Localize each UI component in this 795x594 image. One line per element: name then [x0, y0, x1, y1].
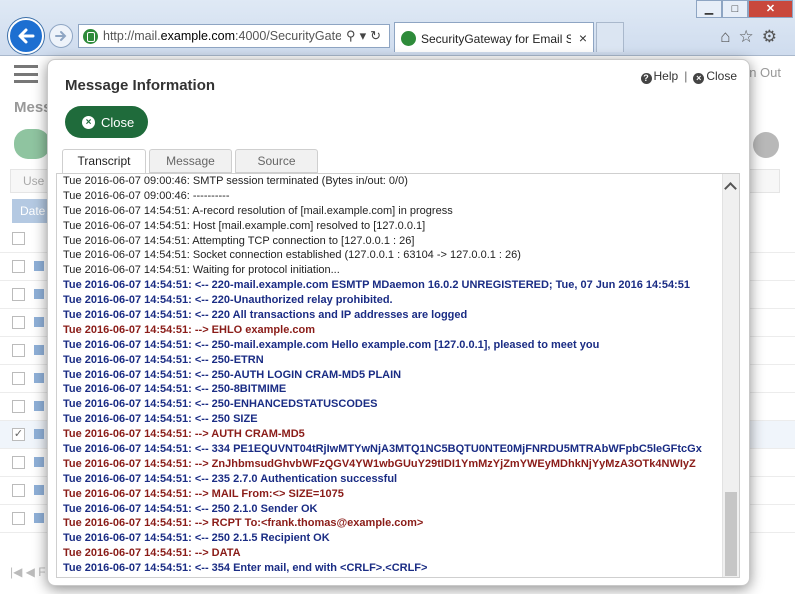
row-checkbox-checked[interactable]: ✓	[12, 428, 25, 441]
direction-icon	[34, 261, 44, 271]
tab-title: SecurityGateway for Email S...	[421, 32, 571, 46]
question-icon: ?	[640, 73, 652, 84]
transcript-line: Tue 2016-06-07 14:54:51: A-record resolu…	[63, 204, 453, 217]
row-checkbox[interactable]	[12, 344, 25, 357]
transcript-line: Tue 2016-06-07 14:54:51: <-- 235 2.7.0 A…	[63, 472, 398, 485]
transcript-line: Tue 2016-06-07 09:00:46: SMTP session te…	[63, 175, 408, 187]
close-button-label: Close	[101, 115, 135, 130]
dialog-title: Message Information	[65, 77, 216, 94]
transcript-line: Tue 2016-06-07 14:54:51: --> MAIL From:<…	[63, 487, 344, 500]
scroll-thumb[interactable]	[725, 492, 737, 576]
transcript-line: Tue 2016-06-07 14:54:51: <-- 250-AUTH LO…	[63, 368, 402, 381]
tab-transcript[interactable]: Transcript	[62, 149, 146, 174]
pager[interactable]: |◀ ◀ F	[10, 565, 46, 579]
browser-tab[interactable]: SecurityGateway for Email S... ×	[394, 22, 594, 52]
window-controls: ▁ □ ✕	[696, 0, 793, 18]
maximize-icon[interactable]: □	[722, 0, 748, 18]
tab-message[interactable]: Message	[149, 149, 232, 173]
transcript-log[interactable]: Tue 2016-06-07 09:00:46: SMTP session te…	[63, 174, 713, 577]
back-arrow-icon	[18, 28, 35, 44]
refresh-button[interactable]	[14, 129, 50, 159]
direction-icon	[34, 513, 44, 523]
dropdown-icon[interactable]: ▾	[360, 28, 371, 43]
help-link[interactable]: ? Help	[640, 69, 678, 84]
direction-icon	[34, 289, 44, 299]
transcript-line: Tue 2016-06-07 14:54:51: <-- 354 Enter m…	[63, 562, 428, 575]
transcript-line: Tue 2016-06-07 14:54:51: --> EHLO exampl…	[63, 323, 315, 336]
minimize-icon[interactable]: ▁	[696, 0, 722, 18]
transcript-line: Tue 2016-06-07 14:54:51: <-- 220-Unautho…	[63, 294, 393, 307]
home-icon[interactable]: ⌂	[720, 27, 738, 46]
row-checkbox[interactable]	[12, 456, 25, 469]
row-checkbox[interactable]	[12, 512, 25, 525]
browser-tools: ⌂☆⚙	[720, 27, 785, 47]
browser-chrome: ▁ □ ✕ http://mail.example.com:4000/Secur…	[0, 0, 795, 56]
row-checkbox[interactable]	[12, 484, 25, 497]
transcript-line: Tue 2016-06-07 14:54:51: <-- 220 All tra…	[63, 309, 468, 322]
background-page-title: Mess	[14, 99, 52, 116]
transcript-line: Tue 2016-06-07 14:54:51: --> RCPT To:<fr…	[63, 517, 424, 530]
site-favicon	[83, 29, 98, 44]
transcript-scrollbar[interactable]	[722, 174, 739, 577]
transcript-line: Tue 2016-06-07 14:54:51: Host [mail.exam…	[63, 219, 426, 232]
back-button[interactable]	[8, 18, 44, 54]
close-button[interactable]: × Close	[65, 106, 148, 138]
refresh-icon[interactable]: ↻	[370, 28, 385, 43]
tab-close-icon[interactable]: ×	[579, 30, 587, 46]
address-bar-icons: ⚲▾↻	[346, 28, 385, 44]
transcript-line: Tue 2016-06-07 14:54:51: <-- 334 PE1EQUV…	[63, 443, 702, 456]
sign-out-link[interactable]: n Out	[749, 65, 781, 80]
transcript-line: Tue 2016-06-07 14:54:51: --> ZnJhbmsudGh…	[63, 457, 696, 470]
direction-icon	[34, 373, 44, 383]
close-link[interactable]: × Close	[693, 69, 737, 84]
direction-icon	[34, 485, 44, 495]
transcript-line: Tue 2016-06-07 14:54:51: Attempting TCP …	[63, 234, 415, 247]
direction-icon	[34, 457, 44, 467]
close-circle-icon: ×	[82, 116, 95, 129]
forward-arrow-icon	[55, 31, 67, 41]
forward-button[interactable]	[49, 24, 73, 48]
window-close-icon[interactable]: ✕	[748, 0, 793, 18]
search-icon[interactable]: ⚲	[346, 28, 360, 43]
select-all-checkbox[interactable]	[12, 232, 25, 245]
message-information-dialog: Message Information ? Help | × Close × Close…	[47, 59, 750, 586]
direction-icon	[34, 317, 44, 327]
row-checkbox[interactable]	[12, 372, 25, 385]
star-icon[interactable]: ☆	[739, 27, 762, 46]
row-checkbox[interactable]	[12, 260, 25, 273]
transcript-line: Tue 2016-06-07 14:54:51: --> DATA	[63, 547, 241, 560]
transcript-line: Tue 2016-06-07 14:54:51: --> AUTH CRAM-M…	[63, 428, 305, 441]
transcript-line: Tue 2016-06-07 14:54:51: <-- 250 2.1.0 S…	[63, 502, 318, 515]
transcript-line: Tue 2016-06-07 14:54:51: Socket connecti…	[63, 249, 521, 262]
close-icon: ×	[693, 73, 705, 84]
row-checkbox[interactable]	[12, 400, 25, 413]
tab-favicon	[401, 31, 416, 46]
transcript-line: Tue 2016-06-07 14:54:51: <-- 220-mail.ex…	[63, 279, 690, 292]
transcript-line: Tue 2016-06-07 09:00:46: ----------	[63, 189, 230, 202]
gear-icon[interactable]: ⚙	[762, 27, 785, 46]
url-text[interactable]: http://mail.example.com:4000/SecurityGat…	[103, 29, 341, 45]
date-column-header[interactable]: Date	[12, 199, 52, 223]
tab-source[interactable]: Source	[235, 149, 318, 173]
new-tab-button[interactable]	[596, 22, 624, 52]
direction-icon	[34, 429, 44, 439]
transcript-line: Tue 2016-06-07 14:54:51: Waiting for pro…	[63, 264, 340, 277]
transcript-line: Tue 2016-06-07 14:54:51: <-- 250-ENHANCE…	[63, 398, 378, 411]
transcript-panel: Tue 2016-06-07 09:00:46: SMTP session te…	[56, 173, 740, 578]
transcript-line: Tue 2016-06-07 14:54:51: <-- 250-mail.ex…	[63, 338, 600, 351]
row-checkbox[interactable]	[12, 288, 25, 301]
scroll-up-icon[interactable]	[724, 182, 737, 195]
direction-icon	[34, 401, 44, 411]
row-checkbox[interactable]	[12, 316, 25, 329]
address-bar[interactable]: http://mail.example.com:4000/SecurityGat…	[78, 24, 390, 48]
transcript-line: Tue 2016-06-07 14:54:51: <-- 250 2.1.5 R…	[63, 532, 330, 545]
transcript-line: Tue 2016-06-07 14:54:51: <-- 250 SIZE	[63, 413, 258, 426]
transcript-line: Tue 2016-06-07 14:54:51: <-- 250-ETRN	[63, 353, 264, 366]
link-separator: |	[684, 69, 688, 83]
transcript-line: Tue 2016-06-07 14:54:51: <-- 250-8BITMIM…	[63, 383, 287, 396]
direction-icon	[34, 345, 44, 355]
next-page-icon[interactable]	[753, 132, 779, 158]
hamburger-menu-icon[interactable]	[14, 65, 38, 83]
dialog-header-links: ? Help | × Close	[640, 69, 737, 84]
